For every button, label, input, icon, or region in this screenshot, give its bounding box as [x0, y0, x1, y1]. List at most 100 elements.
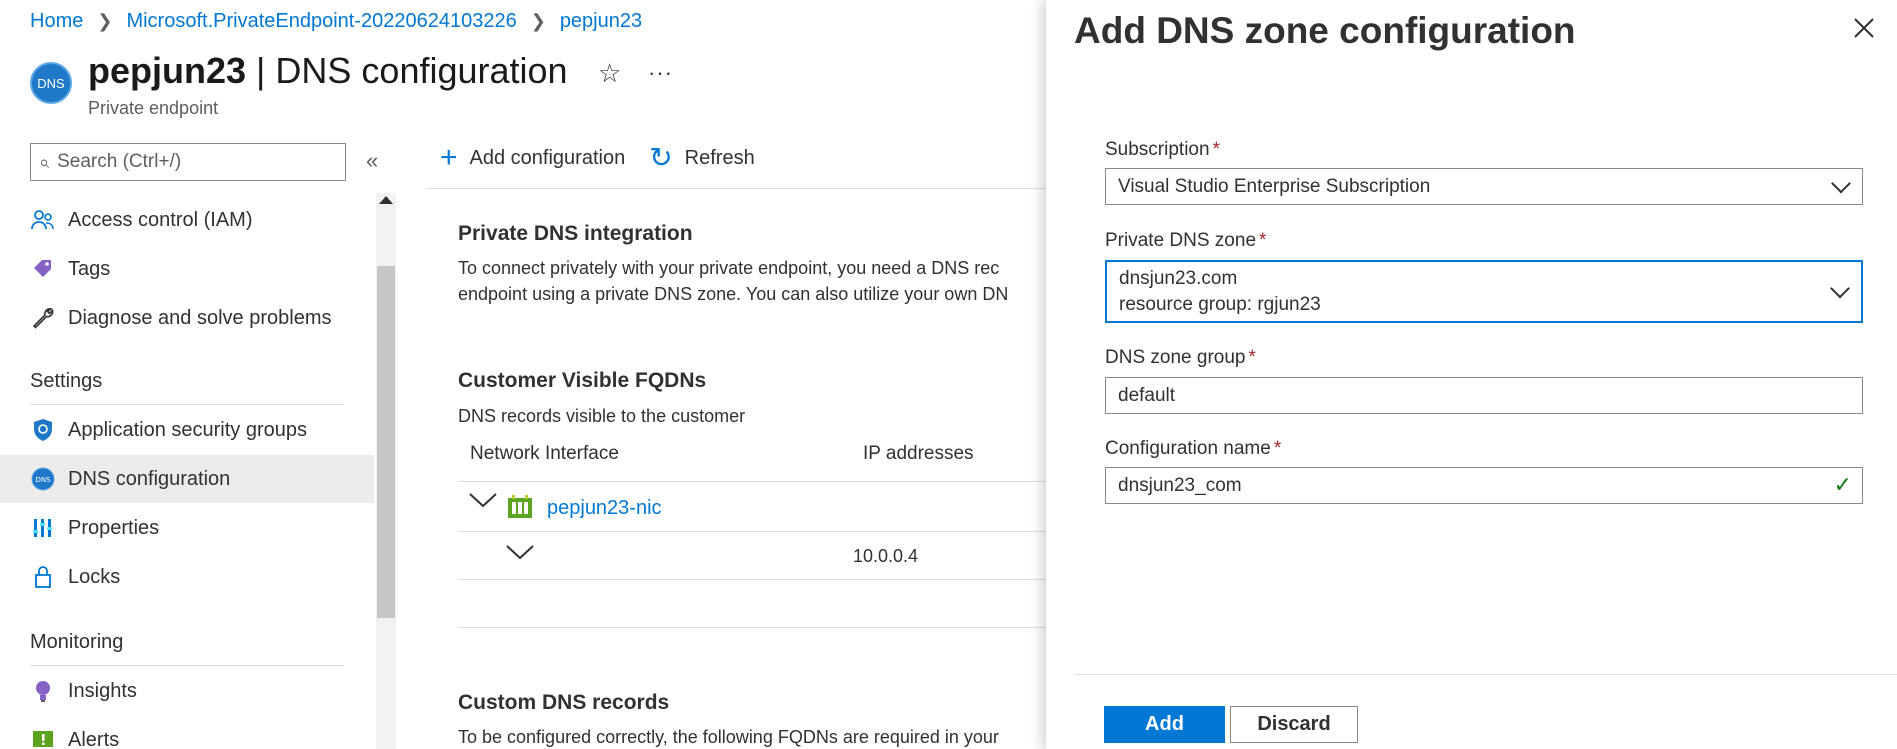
more-options-icon[interactable]: ··· — [648, 60, 673, 86]
checkmark-icon: ✓ — [1833, 472, 1852, 497]
table-row-divider — [458, 627, 1048, 628]
dns-resource-icon: DNS — [30, 62, 72, 104]
sidebar-search-input[interactable]: ⌕ Search (Ctrl+/) — [30, 143, 346, 181]
ip-address-value: 10.0.0.4 — [853, 546, 919, 566]
expand-chevron-icon[interactable] — [468, 490, 498, 516]
sidebar-section-settings: Settings — [30, 370, 103, 392]
configuration-name-label-text: Configuration name — [1105, 438, 1271, 459]
add-configuration-label: Add configuration — [469, 146, 626, 169]
breadcrumb-home[interactable]: Home — [30, 10, 83, 33]
sidebar-item-label: Locks — [68, 565, 121, 588]
private-dns-zone-label-text: Private DNS zone — [1105, 230, 1257, 251]
custom-dns-heading: Custom DNS records — [458, 691, 670, 714]
dns-icon: DNS — [30, 466, 56, 492]
sidebar-item-tags[interactable]: Tags — [0, 245, 374, 293]
lock-icon — [30, 564, 56, 590]
sidebar-item-insights[interactable]: Insights — [0, 667, 374, 715]
sidebar-item-dns-configuration[interactable]: DNS DNS configuration — [0, 455, 374, 503]
title-separator: | — [256, 50, 266, 91]
network-interface-icon — [506, 494, 534, 527]
lightbulb-icon — [30, 678, 56, 704]
plus-icon: + — [440, 141, 458, 174]
page-title: pepjun23 | DNS configuration — [88, 50, 568, 92]
refresh-button[interactable]: ↻ Refresh — [649, 144, 755, 172]
configuration-name-label: Configuration name * — [1105, 438, 1281, 460]
page-subtitle: Private endpoint — [88, 98, 219, 118]
sidebar-item-locks[interactable]: Locks — [0, 553, 374, 601]
expand-chevron-icon[interactable] — [505, 542, 535, 568]
private-dns-integration-heading: Private DNS integration — [458, 222, 693, 245]
add-dns-zone-panel — [1046, 0, 1897, 749]
panel-footer-divider — [1074, 674, 1897, 675]
refresh-icon: ↻ — [649, 142, 673, 173]
private-dns-zone-value: dnsjun23.com — [1119, 267, 1238, 289]
breadcrumb: Home ❯ Microsoft.PrivateEndpoint-2022062… — [30, 10, 642, 33]
chevron-right-icon: ❯ — [97, 11, 113, 31]
breadcrumb-resource[interactable]: pepjun23 — [560, 10, 642, 33]
required-mark: * — [1212, 139, 1220, 160]
subscription-label-text: Subscription — [1105, 139, 1210, 160]
scrollbar-thumb[interactable] — [377, 266, 395, 618]
alert-icon — [30, 727, 56, 749]
resource-name: pepjun23 — [88, 50, 247, 91]
favorite-star-icon[interactable]: ☆ — [598, 58, 621, 89]
command-bar: + Add configuration ↻ Refresh — [440, 143, 779, 173]
column-header-network-interface: Network Interface — [470, 443, 619, 464]
required-mark: * — [1273, 438, 1282, 459]
sidebar-item-label: Tags — [68, 257, 111, 280]
dns-zone-group-label-text: DNS zone group — [1105, 347, 1246, 368]
toolbar-divider — [428, 188, 1048, 189]
discard-button[interactable]: Discard — [1230, 706, 1358, 743]
chevron-right-icon: ❯ — [530, 11, 546, 31]
sidebar-item-label: Access control (IAM) — [68, 208, 253, 231]
svg-text:DNS: DNS — [35, 476, 51, 484]
sidebar-item-label: Insights — [68, 679, 137, 702]
add-button[interactable]: Add — [1104, 706, 1225, 743]
section-divider — [30, 404, 344, 405]
wrench-icon — [30, 305, 56, 331]
table-row-divider — [458, 531, 1048, 532]
private-dns-zone-dropdown[interactable]: dnsjun23.com resource group: rgjun23 — [1105, 260, 1863, 323]
sidebar-section-monitoring: Monitoring — [30, 631, 124, 653]
dns-zone-group-input[interactable]: default — [1105, 377, 1863, 414]
private-dns-zone-resource-group: resource group: rgjun23 — [1119, 293, 1321, 315]
refresh-label: Refresh — [684, 146, 755, 169]
sidebar-item-label: Diagnose and solve problems — [68, 306, 332, 329]
sidebar-item-access-control[interactable]: Access control (IAM) — [0, 196, 374, 244]
panel-title: Add DNS zone configuration — [1074, 10, 1576, 51]
chevron-down-icon — [1831, 173, 1851, 193]
configuration-name-value: dnsjun23_com — [1118, 474, 1242, 496]
sidebar-item-alerts[interactable]: Alerts — [0, 716, 374, 749]
section-divider — [30, 665, 344, 666]
column-header-ip-addresses: IP addresses — [863, 443, 974, 464]
close-icon[interactable] — [1852, 14, 1876, 48]
sidebar-item-properties[interactable]: Properties — [0, 504, 374, 552]
collapse-sidebar-icon[interactable]: « — [366, 148, 378, 174]
nic-link[interactable]: pepjun23-nic — [547, 497, 662, 520]
private-dns-text-line1: To connect privately with your private e… — [458, 258, 1000, 278]
breadcrumb-resource-group[interactable]: Microsoft.PrivateEndpoint-20220624103226 — [126, 10, 516, 33]
dns-zone-group-label: DNS zone group * — [1105, 347, 1256, 369]
sidebar-item-label: Application security groups — [68, 418, 308, 441]
shield-icon — [30, 417, 56, 443]
people-icon — [30, 207, 56, 233]
sidebar-item-label: Properties — [68, 516, 160, 539]
search-placeholder: Search (Ctrl+/) — [57, 151, 182, 172]
private-dns-zone-label: Private DNS zone * — [1105, 230, 1266, 252]
scroll-up-arrow-icon[interactable] — [379, 196, 393, 204]
table-divider — [458, 481, 1048, 482]
sidebar-item-diagnose[interactable]: Diagnose and solve problems — [0, 294, 374, 342]
custom-dns-text-line1: To be configured correctly, the followin… — [458, 727, 999, 747]
add-configuration-button[interactable]: + Add configuration — [440, 143, 625, 173]
sidebar-item-app-security-groups[interactable]: Application security groups — [0, 406, 374, 454]
chevron-down-icon — [1830, 278, 1850, 298]
subscription-dropdown[interactable]: Visual Studio Enterprise Subscription — [1105, 168, 1863, 205]
search-icon: ⌕ — [39, 151, 50, 172]
configuration-name-input[interactable]: dnsjun23_com ✓ — [1105, 467, 1863, 504]
properties-icon — [30, 515, 56, 541]
required-mark: * — [1248, 347, 1256, 368]
required-mark: * — [1259, 230, 1267, 251]
table-row-divider — [458, 579, 1048, 580]
subscription-label: Subscription * — [1105, 139, 1220, 161]
dns-zone-group-value: default — [1118, 384, 1176, 406]
